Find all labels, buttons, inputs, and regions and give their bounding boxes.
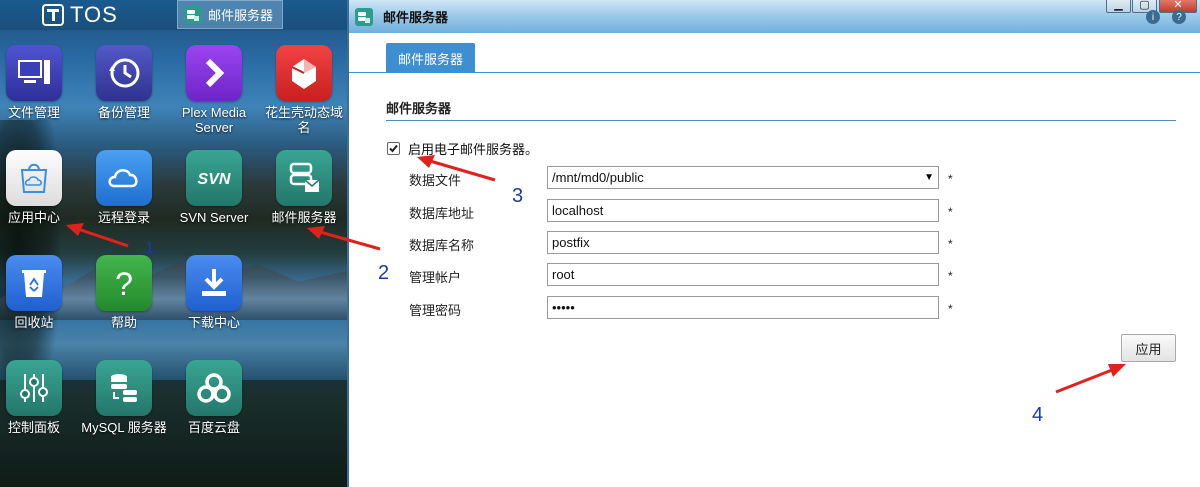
minimize-button[interactable]: ▁ bbox=[1106, 0, 1131, 13]
app-label: 文件管理 bbox=[7, 105, 60, 120]
info-icon[interactable]: i bbox=[1146, 10, 1160, 24]
mail-server-icon bbox=[184, 5, 202, 24]
download-icon bbox=[186, 255, 242, 311]
help-icon: ? bbox=[96, 255, 152, 311]
section-divider bbox=[386, 120, 1176, 121]
taskbar-mail-server-tab[interactable]: 邮件服务器 bbox=[177, 0, 283, 29]
enable-mail-server-row: 启用电子邮件服务器。 bbox=[387, 139, 538, 158]
tos-logo[interactable]: TOS bbox=[42, 2, 118, 28]
app-plex[interactable]: Plex Media Server bbox=[169, 45, 259, 135]
backup-icon bbox=[96, 45, 152, 101]
app-label: 回收站 bbox=[14, 315, 54, 330]
app-label: 花生壳动态域名 bbox=[264, 105, 343, 135]
section-title: 邮件服务器 bbox=[386, 101, 452, 116]
help-circle-icon[interactable]: ? bbox=[1172, 10, 1186, 24]
app-help[interactable]: ? 帮助 bbox=[79, 255, 169, 330]
db-name-input[interactable] bbox=[547, 231, 939, 254]
db-address-input[interactable] bbox=[547, 199, 939, 222]
app-label: 百度云盘 bbox=[187, 420, 240, 435]
enable-mail-server-label: 启用电子邮件服务器。 bbox=[408, 142, 539, 157]
taskbar-tab-label: 邮件服务器 bbox=[208, 8, 274, 23]
window-title: 邮件服务器 bbox=[383, 10, 449, 25]
required-mark: * bbox=[948, 237, 953, 251]
app-label: SVN Server bbox=[179, 210, 249, 225]
app-baidu-cloud[interactable]: 百度云盘 bbox=[169, 360, 259, 435]
required-mark: * bbox=[948, 269, 953, 283]
annotation-number-1: 1 bbox=[145, 240, 154, 257]
plex-icon bbox=[186, 45, 242, 101]
annotation-number-2: 2 bbox=[378, 262, 390, 284]
data-file-value: /mnt/md0/public bbox=[552, 170, 644, 185]
annotation-number-4: 4 bbox=[1032, 404, 1044, 426]
required-mark: * bbox=[948, 302, 953, 316]
app-mail-server[interactable]: 邮件服务器 bbox=[259, 150, 347, 225]
mail-server-icon bbox=[276, 150, 332, 206]
apply-button[interactable]: 应用 bbox=[1121, 334, 1176, 362]
app-center-icon bbox=[6, 150, 62, 206]
admin-account-input[interactable] bbox=[547, 263, 939, 286]
app-download-center[interactable]: 下载中心 bbox=[169, 255, 259, 330]
admin-password-input[interactable] bbox=[547, 296, 939, 319]
app-label: Plex Media Server bbox=[181, 105, 247, 135]
required-mark: * bbox=[948, 205, 953, 219]
app-label: 应用中心 bbox=[7, 210, 60, 225]
window-titlebar[interactable]: 邮件服务器 ▁ ▢ ✕ i ? bbox=[349, 0, 1200, 33]
app-label: 邮件服务器 bbox=[271, 210, 337, 225]
app-label: 下载中心 bbox=[187, 315, 240, 330]
window-app-icon bbox=[355, 7, 373, 26]
tab-mail-server[interactable]: 邮件服务器 bbox=[386, 43, 475, 73]
admin-account-label: 管理帐户 bbox=[409, 270, 462, 285]
app-remote-login[interactable]: 远程登录 bbox=[79, 150, 169, 225]
admin-password-label: 管理密码 bbox=[409, 303, 462, 318]
svg-text:?: ? bbox=[115, 266, 133, 302]
svg-text:SVN: SVN bbox=[198, 171, 231, 188]
mail-server-window: 邮件服务器 ▁ ▢ ✕ i ? 邮件服务器 邮件服务器 启用电子邮件服务器。 数… bbox=[347, 0, 1200, 487]
app-label: 备份管理 bbox=[97, 105, 150, 120]
tos-logo-icon bbox=[42, 4, 64, 26]
app-label: MySQL 服务器 bbox=[81, 420, 167, 435]
data-file-select[interactable]: /mnt/md0/public ▼ bbox=[547, 166, 939, 189]
app-backup-manager[interactable]: 备份管理 bbox=[79, 45, 169, 120]
app-control-panel[interactable]: 控制面板 bbox=[0, 360, 79, 435]
baidu-cloud-icon bbox=[186, 360, 242, 416]
enable-mail-server-checkbox[interactable] bbox=[387, 142, 400, 155]
app-file-manager[interactable]: 文件管理 bbox=[0, 45, 79, 120]
mysql-icon bbox=[96, 360, 152, 416]
app-svn-server[interactable]: SVN SVN Server bbox=[169, 150, 259, 225]
peanut-shell-icon bbox=[276, 45, 332, 101]
annotation-number-3: 3 bbox=[512, 185, 524, 207]
dropdown-arrow-icon: ▼ bbox=[924, 172, 934, 183]
app-label: 控制面板 bbox=[7, 420, 60, 435]
desktop: TOS 邮件服务器 文件管理 备份管理 Plex Media Server 花生… bbox=[0, 0, 347, 487]
data-file-label: 数据文件 bbox=[409, 173, 462, 188]
app-app-center[interactable]: 应用中心 bbox=[0, 150, 79, 225]
db-address-label: 数据库地址 bbox=[409, 206, 475, 221]
db-name-label: 数据库名称 bbox=[409, 238, 475, 253]
app-recycle-bin[interactable]: 回收站 bbox=[0, 255, 79, 330]
app-mysql-server[interactable]: MySQL 服务器 bbox=[79, 360, 169, 435]
control-panel-icon bbox=[6, 360, 62, 416]
required-mark: * bbox=[948, 172, 953, 186]
app-label: 远程登录 bbox=[97, 210, 150, 225]
app-peanut-shell[interactable]: 花生壳动态域名 bbox=[259, 45, 347, 135]
app-label: 帮助 bbox=[110, 315, 137, 330]
file-manager-icon bbox=[6, 45, 62, 101]
cloud-icon bbox=[96, 150, 152, 206]
tab-bar: 邮件服务器 bbox=[349, 33, 1200, 73]
tos-brand-text: TOS bbox=[70, 2, 118, 27]
top-bar: TOS 邮件服务器 bbox=[0, 0, 347, 30]
recycle-bin-icon bbox=[6, 255, 62, 311]
svn-icon: SVN bbox=[186, 150, 242, 206]
